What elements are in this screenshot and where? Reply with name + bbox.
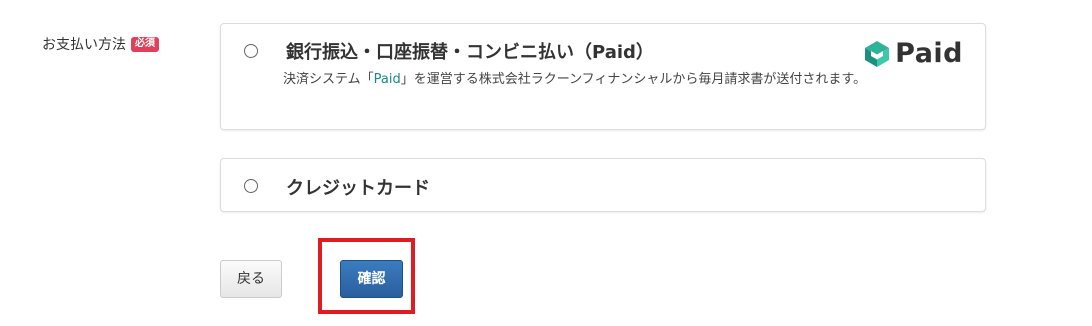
paid-logo-icon [865, 40, 890, 67]
paid-link[interactable]: Paid [374, 72, 401, 87]
payment-method-label: お支払い方法 必須 [42, 34, 159, 54]
payment-option-paid[interactable]: 銀行振込・口座振替・コンビニ払い（Paid） 決済システム「Paid」を運営する… [220, 23, 986, 130]
highlight-box [318, 238, 415, 314]
payment-option-paid-title: 銀行振込・口座振替・コンビニ払い（Paid） [286, 42, 654, 63]
required-badge: 必須 [131, 36, 159, 52]
paid-logo-text: Paid [895, 38, 963, 69]
payment-option-credit-title: クレジットカード [286, 178, 430, 199]
paid-desc-suffix: 」を運営する株式会社ラクーンフィナンシャルから毎月請求書が送付されます。 [400, 72, 867, 87]
paid-logo: Paid [863, 38, 963, 69]
radio-credit[interactable] [244, 179, 258, 193]
payment-option-paid-description: 決済システム「Paid」を運営する株式会社ラクーンフィナンシャルから毎月請求書が… [283, 67, 943, 93]
paid-desc-prefix: 決済システム「 [283, 72, 374, 87]
payment-option-credit[interactable]: クレジットカード [220, 158, 986, 212]
radio-paid[interactable] [244, 44, 258, 58]
back-button[interactable]: 戻る [220, 260, 282, 298]
payment-method-label-text: お支払い方法 [42, 37, 126, 53]
